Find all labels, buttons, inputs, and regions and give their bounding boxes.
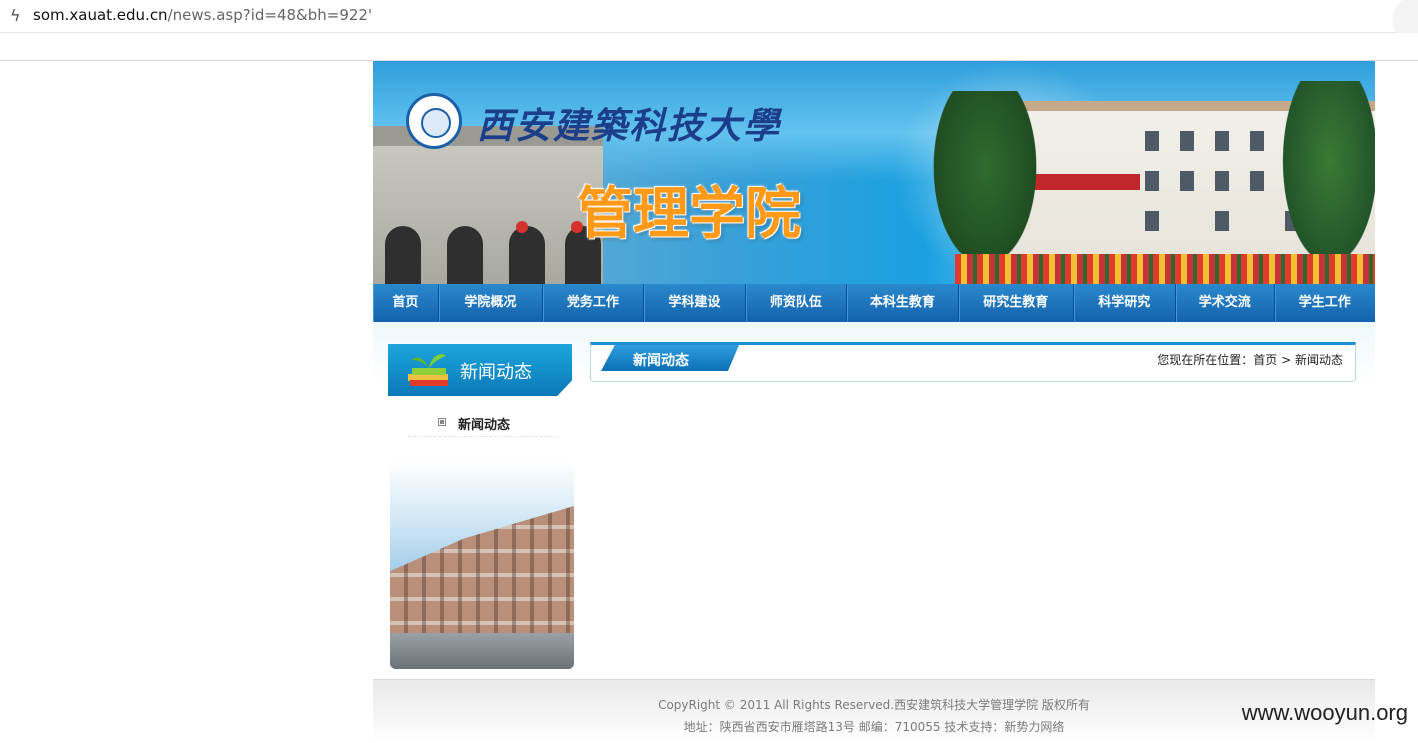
breadcrumb-home-link[interactable]: 首页 — [1253, 353, 1277, 367]
header-banner: 西安建築科技大學 管理学院 — [373, 61, 1375, 284]
sidebar-header: 新闻动态 — [388, 344, 572, 396]
red-lantern — [516, 221, 528, 233]
content-tab-title: 新闻动态 — [633, 353, 689, 369]
sidebar-item-news[interactable]: 新闻动态 — [408, 410, 558, 437]
nav-item-research[interactable]: 科学研究 — [1074, 284, 1176, 322]
url-text[interactable]: som.xauat.edu.cn/news.asp?id=48&bh=922' — [33, 6, 372, 24]
university-name: 西安建築科技大學 — [477, 105, 782, 147]
nav-item-disciplines[interactable]: 学科建设 — [644, 284, 747, 322]
nav-item-academic-exchange[interactable]: 学术交流 — [1176, 284, 1275, 322]
breadcrumb: 您现在所在位置：首页 > 新闻动态 — [1157, 351, 1343, 368]
university-emblem-icon — [406, 93, 462, 149]
gate-arch — [447, 226, 483, 284]
footer-copyright: CopyRight © 2011 All Rights Reserved.西安建… — [658, 698, 1090, 712]
banner-gate-building — [373, 126, 603, 284]
gate-arch — [385, 226, 421, 284]
sidebar-title: 新闻动态 — [460, 362, 532, 383]
nav-item-about[interactable]: 学院概况 — [439, 284, 544, 322]
gate-arch — [509, 226, 545, 284]
main-nav: 首页 学院概况 党务工作 学科建设 师资队伍 本科生教育 研究生教育 科学研究 … — [373, 284, 1375, 322]
banner-trees — [1275, 81, 1375, 281]
sidebar-item-label: 新闻动态 — [458, 418, 511, 433]
banner-flowerbed — [955, 254, 1375, 284]
footer-address: 地址：陕西省西安市雁塔路13号 邮编：710055 技术支持：新势力网络 — [683, 720, 1065, 734]
url-path: /news.asp?id=48&bh=922' — [167, 6, 373, 24]
square-bullet-icon — [438, 418, 446, 426]
nav-item-undergraduate[interactable]: 本科生教育 — [847, 284, 960, 322]
site-wrapper: 西安建築科技大學 管理学院 首页 学院概况 党务工作 学科建设 师资队伍 本科生… — [373, 61, 1375, 678]
url-host: som.xauat.edu.cn — [33, 6, 168, 24]
watermark-text: www.wooyun.org — [1241, 700, 1408, 725]
school-name: 管理学院 — [577, 181, 801, 247]
campus-building-photo — [390, 461, 574, 669]
books-plant-icon — [408, 354, 448, 386]
browser-toolbar — [0, 33, 1418, 61]
lightning-icon: ϟ — [10, 6, 21, 25]
nav-item-faculty[interactable]: 师资队伍 — [746, 284, 847, 322]
nav-item-student-affairs[interactable]: 学生工作 — [1275, 284, 1376, 322]
site-footer: CopyRight © 2011 All Rights Reserved.西安建… — [373, 679, 1375, 743]
banner-trees — [925, 91, 1045, 281]
nav-item-home[interactable]: 首页 — [373, 284, 439, 322]
content-header: 新闻动态 您现在所在位置：首页 > 新闻动态 — [590, 342, 1356, 382]
address-bar[interactable]: ϟ som.xauat.edu.cn/news.asp?id=48&bh=922… — [0, 0, 1418, 60]
breadcrumb-separator: > — [1281, 353, 1292, 367]
nav-item-graduate[interactable]: 研究生教育 — [959, 284, 1074, 322]
breadcrumb-current[interactable]: 新闻动态 — [1295, 353, 1343, 367]
content-area: 新闻动态 新闻动态 新闻动态 您现在所在位置：首页 > 新闻动态 — [373, 322, 1375, 678]
nav-item-party-affairs[interactable]: 党务工作 — [543, 284, 644, 322]
breadcrumb-prefix: 您现在所在位置： — [1157, 353, 1254, 367]
